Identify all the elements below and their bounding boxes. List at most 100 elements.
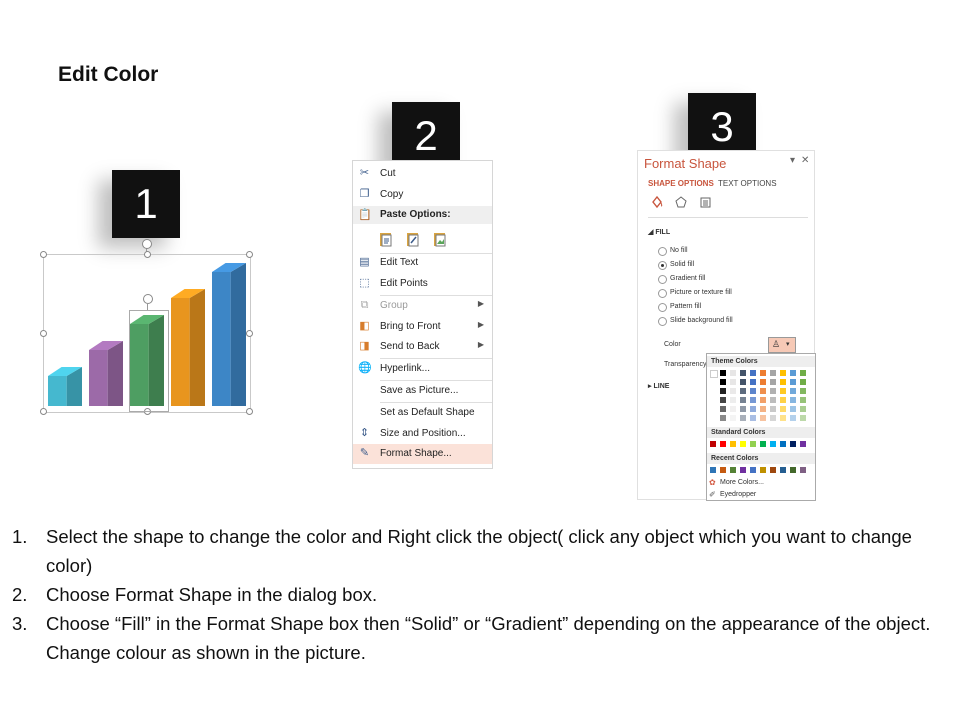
menu-item-edit-points[interactable]: ⬚ Edit Points [353, 274, 492, 294]
color-swatch[interactable] [780, 379, 786, 385]
color-swatch[interactable] [730, 467, 736, 473]
color-swatch[interactable] [790, 406, 796, 412]
color-swatch[interactable] [730, 441, 736, 447]
color-swatch[interactable] [770, 388, 776, 394]
color-swatch[interactable] [770, 415, 776, 421]
color-swatch[interactable] [780, 397, 786, 403]
effects-pentagon-icon[interactable] [674, 195, 688, 209]
color-swatch[interactable] [740, 370, 746, 376]
color-swatch[interactable] [780, 441, 786, 447]
fill-line-icon[interactable] [650, 195, 664, 209]
color-swatch[interactable] [750, 415, 756, 421]
color-swatch[interactable] [750, 388, 756, 394]
color-swatch[interactable] [780, 467, 786, 473]
color-swatch[interactable] [800, 467, 806, 473]
color-swatch[interactable] [780, 370, 786, 376]
color-swatch[interactable] [800, 441, 806, 447]
color-swatch[interactable] [760, 467, 766, 473]
chart-bar-5[interactable] [212, 263, 246, 406]
line-section-header[interactable]: ▸ LINE [648, 382, 669, 390]
color-swatch[interactable] [750, 406, 756, 412]
color-swatch[interactable] [740, 467, 746, 473]
color-swatch[interactable] [760, 406, 766, 412]
menu-item-group[interactable]: ⧉ Group ▶ [353, 296, 492, 316]
menu-item-format-shape[interactable]: ✎ Format Shape... [353, 444, 492, 464]
bar-rotate-handle-icon[interactable] [143, 294, 153, 304]
color-swatch[interactable] [720, 406, 726, 412]
color-swatch[interactable] [720, 370, 726, 376]
menu-item-size-position[interactable]: ⇕ Size and Position... [353, 424, 492, 444]
fill-section-header[interactable]: ◢ FILL [648, 228, 670, 236]
color-swatch[interactable] [730, 379, 736, 385]
color-swatch[interactable] [770, 370, 776, 376]
radio-solid-fill[interactable] [658, 261, 667, 270]
color-swatch[interactable] [760, 388, 766, 394]
color-swatch[interactable] [730, 415, 736, 421]
pane-options-icon[interactable]: ▾ [790, 155, 795, 166]
color-swatch[interactable] [750, 441, 756, 447]
color-swatch[interactable] [800, 406, 806, 412]
color-swatch[interactable] [770, 397, 776, 403]
color-swatch[interactable] [740, 415, 746, 421]
radio-pattern-fill[interactable] [658, 303, 667, 312]
color-swatch[interactable] [800, 379, 806, 385]
color-swatch[interactable] [720, 415, 726, 421]
radio-gradient-fill[interactable] [658, 275, 667, 284]
color-swatch[interactable] [800, 397, 806, 403]
chart-bar-4[interactable] [171, 289, 205, 406]
color-swatch[interactable] [730, 388, 736, 394]
color-swatch[interactable] [730, 370, 736, 376]
color-swatch[interactable] [790, 415, 796, 421]
paste-merge-icon[interactable] [405, 231, 421, 248]
menu-item-hyperlink[interactable]: 🌐 Hyperlink... [353, 359, 492, 379]
color-swatch[interactable] [760, 441, 766, 447]
color-swatch[interactable] [790, 379, 796, 385]
color-swatch[interactable] [740, 397, 746, 403]
color-picker-button[interactable]: ♙ ▾ [768, 337, 796, 353]
color-swatch[interactable] [740, 379, 746, 385]
color-swatch[interactable] [780, 388, 786, 394]
color-swatch[interactable] [710, 415, 716, 421]
color-swatch[interactable] [750, 370, 756, 376]
menu-item-set-default-shape[interactable]: Set as Default Shape [353, 403, 492, 423]
menu-item-copy[interactable]: ❐ Copy [353, 185, 492, 205]
color-swatch[interactable] [720, 441, 726, 447]
color-swatch[interactable] [780, 415, 786, 421]
color-swatch[interactable] [720, 388, 726, 394]
menu-item-cut[interactable]: ✂ Cut [353, 164, 492, 184]
menu-item-edit-text[interactable]: ▤ Edit Text [353, 253, 492, 273]
color-swatch[interactable] [790, 388, 796, 394]
color-swatch[interactable] [710, 379, 716, 385]
color-swatch[interactable] [710, 467, 716, 473]
color-swatch[interactable] [760, 415, 766, 421]
color-swatch[interactable] [770, 379, 776, 385]
color-swatch[interactable] [770, 406, 776, 412]
color-swatch[interactable] [710, 397, 716, 403]
color-swatch[interactable] [790, 370, 796, 376]
tab-shape-options[interactable]: SHAPE OPTIONS [648, 179, 714, 188]
close-icon[interactable]: ✕ [801, 155, 809, 166]
color-swatch[interactable] [740, 388, 746, 394]
selected-bar-frame[interactable] [129, 310, 169, 412]
color-swatch[interactable] [750, 467, 756, 473]
color-swatch[interactable] [720, 379, 726, 385]
chart-bar-1[interactable] [48, 367, 82, 406]
eyedropper-link[interactable]: Eyedropper [720, 491, 756, 498]
color-swatch[interactable] [800, 415, 806, 421]
color-swatch[interactable] [720, 397, 726, 403]
color-swatch[interactable] [760, 379, 766, 385]
size-properties-icon[interactable] [698, 195, 712, 209]
color-swatch[interactable] [710, 441, 716, 447]
color-swatch[interactable] [710, 406, 716, 412]
color-swatch[interactable] [750, 397, 756, 403]
color-swatch[interactable] [790, 441, 796, 447]
color-swatch[interactable] [710, 388, 716, 394]
color-swatch[interactable] [780, 406, 786, 412]
color-swatch[interactable] [800, 370, 806, 376]
menu-item-send-to-back[interactable]: ◨ Send to Back ▶ [353, 337, 492, 357]
more-colors-link[interactable]: More Colors... [720, 479, 764, 486]
menu-item-save-as-picture[interactable]: Save as Picture... [353, 381, 492, 401]
color-swatch[interactable] [790, 467, 796, 473]
paste-picture-icon[interactable] [432, 231, 448, 248]
color-swatch[interactable] [710, 370, 718, 378]
